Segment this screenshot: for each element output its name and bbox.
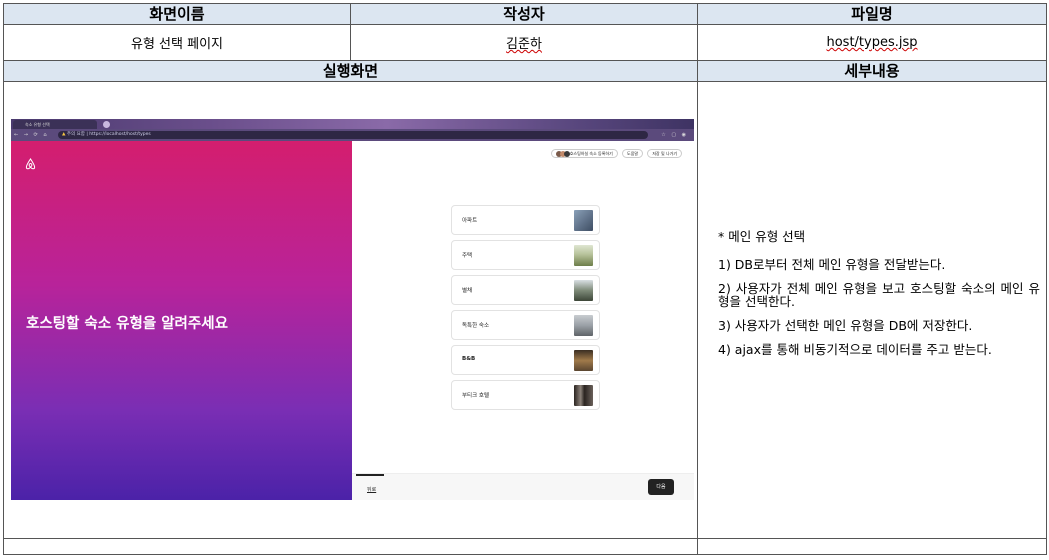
hero-title: 호스팅할 숙소 유형을 알려주세요 [26,316,228,332]
airbnb-logo-icon[interactable] [25,158,36,170]
address-bar[interactable]: ▲ 주의 요함 | https://localhost/host/types [58,131,648,139]
next-button[interactable]: 다음 [648,479,674,495]
details-list: * 메인 유형 선택 1) DB로부터 전체 메인 유형을 전달받는다. 2) … [718,230,1040,367]
type-option[interactable]: B&B [451,345,600,375]
house-photo-icon [574,245,593,266]
progress-bar [356,474,384,476]
value-file-name: host/types.jsp [697,24,1047,61]
top-actions: 호스팅하실 숙소 등록하기 도움말 저장 및 나가기 [548,149,682,159]
type-option[interactable]: 주택 [451,240,600,270]
details-item: 4) ajax를 통해 비동기적으로 데이터를 주고 받는다. [718,342,992,357]
type-option[interactable]: 별채 [451,275,600,305]
warning-icon: ▲ [62,132,66,137]
type-option-label: 아파트 [462,218,478,224]
type-option-label: B&B [462,356,476,362]
spec-table: 화면이름 작성자 파일명 유형 선택 페이지 김준하 host/types.js… [3,3,1047,555]
header-author: 작성자 [350,3,698,25]
browser-tabstrip: 숙소 유형 선택 –□✕ [11,119,694,137]
value-author: 김준하 [350,24,698,61]
run-screen-cell: 숙소 유형 선택 –□✕ ← → ⟳ ⌂ ▲ 주의 요함 | https://l… [3,81,698,539]
guide-button[interactable]: 호스팅하실 숙소 등록하기 [550,149,618,158]
type-option-label: 부티크 호텔 [462,393,490,399]
spec-document: 화면이름 작성자 파일명 유형 선택 페이지 김준하 host/types.js… [3,3,1047,557]
bnb-photo-icon [574,350,593,371]
details-item: 2) 사용자가 전체 메인 유형을 보고 호스팅할 숙소의 메인 유형을 선택한… [718,281,1040,309]
unique-stay-photo-icon [574,315,593,336]
author-text: 김준하 [506,37,542,52]
header-details: 세부내용 [697,60,1047,82]
footer-row-left [3,538,698,555]
help-button[interactable]: 도움말 [622,149,644,158]
back-link[interactable]: 뒤로 [367,486,376,493]
type-option-label: 주택 [462,253,473,259]
type-option-label: 별채 [462,288,473,294]
apartment-photo-icon [574,210,593,231]
nav-buttons-icon[interactable]: ← → ⟳ ⌂ [14,132,49,138]
annex-photo-icon [574,280,593,301]
url-text: https://localhost/host/types [89,132,151,137]
details-cell: * 메인 유형 선택 1) DB로부터 전체 메인 유형을 전달받는다. 2) … [697,81,1047,539]
header-screen-name: 화면이름 [3,3,351,25]
header-run-screen: 실행화면 [3,60,698,82]
new-tab-icon[interactable] [103,121,110,128]
details-item: 3) 사용자가 선택한 메인 유형을 DB에 저장한다. [718,318,973,333]
type-option[interactable]: 부티크 호텔 [451,380,600,410]
footer-bar: 뒤로 다음 [352,473,694,500]
warning-label: 주의 요함 [66,132,85,137]
save-exit-button[interactable]: 저장 및 나가기 [647,149,682,158]
browser-toolbar: ← → ⟳ ⌂ ▲ 주의 요함 | https://localhost/host… [11,129,694,141]
details-item: 1) DB로부터 전체 메인 유형을 전달받는다. [718,257,946,272]
details-title: * 메인 유형 선택 [718,229,806,244]
hero-panel: 호스팅할 숙소 유형을 알려주세요 [11,141,352,500]
type-selection-panel: 호스팅하실 숙소 등록하기 도움말 저장 및 나가기 아파트 주택 별채 독특한… [352,141,694,500]
type-option[interactable]: 독특한 숙소 [451,310,600,340]
type-option[interactable]: 아파트 [451,205,600,235]
browser-tab[interactable]: 숙소 유형 선택 [13,120,97,129]
header-file-name: 파일명 [697,3,1047,25]
footer-row-right [697,538,1047,555]
guide-label: 호스팅하실 숙소 등록하기 [569,151,613,156]
value-screen-name: 유형 선택 페이지 [3,24,351,61]
app-screenshot: 숙소 유형 선택 –□✕ ← → ⟳ ⌂ ▲ 주의 요함 | https://l… [11,119,694,500]
type-option-label: 독특한 숙소 [462,323,490,329]
boutique-hotel-photo-icon [574,385,593,406]
avatars-icon [555,151,570,157]
window-controls: –□✕ [648,120,692,137]
extension-icons[interactable]: ☆ ▢ ◉ [661,132,688,138]
file-name-text: host/types.jsp [826,35,918,50]
